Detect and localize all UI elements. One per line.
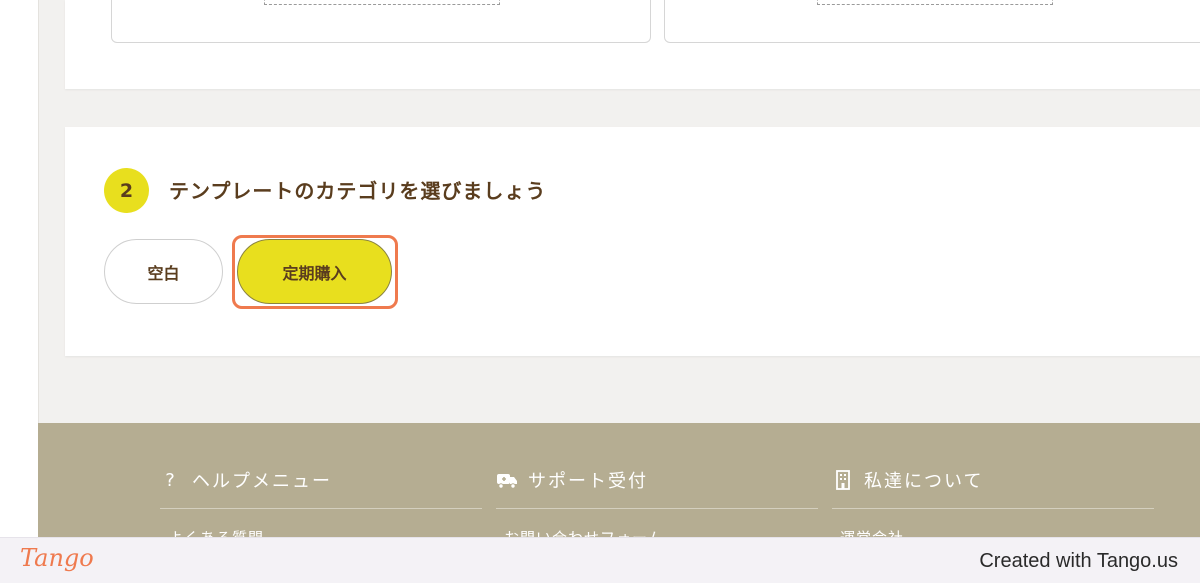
tango-credit: Created with Tango.us <box>979 550 1178 572</box>
footer-link-company[interactable]: 運営会社 <box>840 527 904 537</box>
footer-help-column: ? ヘルプメニュー <box>160 467 482 509</box>
footer-support-title: サポート受付 <box>528 471 648 492</box>
app-viewport: 2 テンプレートのカテゴリを選びましょう 空白 定期購入 ? ヘルプメニュー サ… <box>0 0 1200 537</box>
tango-logo: Tango <box>20 544 94 572</box>
footer-link-faq[interactable]: よくある質問 <box>168 527 264 537</box>
category-subscription-button[interactable]: 定期購入 <box>237 239 392 304</box>
footer-support-column: サポート受付 <box>496 467 818 509</box>
template-placeholder-frame <box>817 0 1053 5</box>
template-preview-card <box>65 0 1200 89</box>
footer-about-title: 私達について <box>864 471 984 492</box>
category-blank-button[interactable]: 空白 <box>104 239 223 304</box>
footer-about-column: 私達について <box>832 467 1154 509</box>
site-footer: ? ヘルプメニュー サポート受付 私達について <box>38 423 1200 537</box>
support-truck-icon <box>496 469 518 491</box>
question-icon: ? <box>165 469 177 491</box>
step-title: テンプレートのカテゴリを選びましょう <box>169 179 547 203</box>
template-placeholder-frame <box>264 0 500 5</box>
building-icon <box>832 469 854 491</box>
step-number-badge: 2 <box>104 168 149 213</box>
template-option-right[interactable] <box>664 0 1200 43</box>
tango-watermark-bar: Tango Created with Tango.us <box>0 537 1200 583</box>
footer-link-contact[interactable]: お問い合わせフォーム <box>504 527 664 537</box>
category-step-card: 2 テンプレートのカテゴリを選びましょう 空白 定期購入 <box>65 127 1200 356</box>
template-option-left[interactable] <box>111 0 651 43</box>
footer-help-title: ヘルプメニュー <box>192 471 332 492</box>
